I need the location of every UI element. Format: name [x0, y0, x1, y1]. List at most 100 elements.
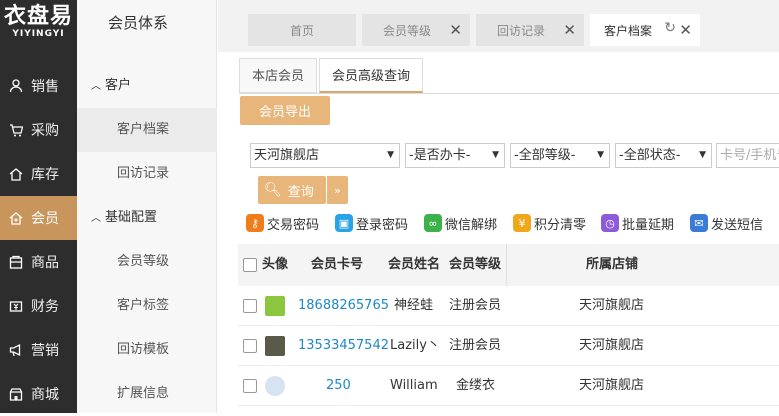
row-checkbox[interactable]	[243, 379, 257, 393]
member-level: 金缕衣	[456, 378, 496, 393]
avatar	[265, 336, 285, 356]
link-icon: ∞	[424, 214, 442, 232]
nav-item-finance[interactable]: 财务	[0, 284, 77, 328]
box-icon	[9, 255, 23, 269]
card-phone-input[interactable]: 卡号/手机号	[716, 143, 779, 168]
mail-icon: ✉	[690, 214, 708, 232]
action-batch-extend[interactable]: ◷ 批量延期	[601, 212, 674, 234]
member-level: 注册会员	[449, 298, 502, 313]
level-select[interactable]: -全部等级- ▼	[510, 143, 610, 168]
caret-down-icon: ▼	[699, 150, 706, 160]
row-checkbox[interactable]	[243, 339, 257, 353]
table-row[interactable]: 13533457542 Lazily丶 注册会员 天河旗舰店	[238, 326, 779, 366]
nav-label: 财务	[31, 299, 59, 315]
user-icon	[9, 79, 23, 93]
table-row[interactable]: 250 William 金缕衣 天河旗舰店	[238, 366, 779, 406]
sub-nav-group-basic-config[interactable]: ︿ 基础配置	[77, 196, 217, 240]
action-points-clear[interactable]: ¥ 积分清零	[513, 212, 586, 234]
table-row[interactable]: 18688265765 神经蛙 注册会员 天河旗舰店	[238, 286, 779, 326]
status-select-value: -全部状态-	[619, 148, 681, 163]
store-name: 天河旗舰店	[579, 338, 645, 353]
close-icon[interactable]: ✕	[563, 21, 576, 39]
home-icon	[9, 167, 23, 181]
header-member-name: 会员姓名	[388, 257, 441, 272]
header-store: 所属店铺	[586, 257, 639, 272]
tab-advanced-query[interactable]: 会员高级查询	[319, 58, 424, 93]
level-select-value: -全部等级-	[514, 148, 576, 163]
action-wechat-unbind[interactable]: ∞ 微信解绑	[424, 212, 497, 234]
member-name: Lazily丶	[390, 338, 440, 353]
sub-nav: 会员体系 ︿ 客户 客户档案 回访记录 ︿ 基础配置 会员等级 客户标签 回访模板 …	[77, 0, 217, 413]
sub-nav-item-member-level[interactable]: 会员等级	[77, 240, 217, 284]
header-avatar: 头像	[262, 257, 289, 272]
member-name: 神经蛙	[394, 298, 434, 313]
nav-label: 商品	[31, 255, 59, 271]
store-select-value: 天河旗舰店	[254, 148, 320, 163]
sub-nav-group-customer[interactable]: ︿ 客户	[77, 64, 217, 108]
nav-label: 采购	[31, 123, 59, 139]
main-nav: 衣盘易 YIYINGYI 销售 采购 库存 会员 商品 财务 营销 商城	[0, 0, 77, 413]
action-login-password[interactable]: ▣ 登录密码	[335, 212, 408, 234]
key-icon: ⚷	[246, 214, 264, 232]
store-name: 天河旗舰店	[579, 378, 645, 393]
tab-bar: 首页 会员等级 ✕ 回访记录 ✕ 客户档案 ↻ ✕	[218, 0, 779, 52]
sub-nav-item-visit-template[interactable]: 回访模板	[77, 328, 217, 372]
nav-item-purchase[interactable]: 采购	[0, 108, 77, 152]
nav-item-mall[interactable]: 商城	[0, 372, 77, 416]
refresh-icon[interactable]: ↻	[664, 20, 676, 36]
tab-visit-record[interactable]: 回访记录 ✕	[476, 14, 584, 46]
column-divider	[506, 244, 507, 286]
avatar	[265, 296, 285, 316]
export-members-button[interactable]: 会员导出	[240, 96, 330, 125]
tab-customer-profile[interactable]: 客户档案 ↻ ✕	[590, 14, 700, 46]
shop-icon	[9, 387, 23, 401]
nav-item-sales[interactable]: 销售	[0, 64, 77, 108]
nav-label: 商城	[31, 387, 59, 403]
card-number[interactable]: 250	[326, 366, 351, 406]
nav-label: 营销	[31, 343, 59, 359]
card-select-value: -是否办卡-	[409, 148, 471, 163]
action-label: 登录密码	[356, 217, 409, 233]
caret-down-icon: ▼	[387, 150, 394, 160]
coin-icon: ¥	[513, 214, 531, 232]
sub-nav-group-label: 客户	[105, 78, 132, 93]
card-select[interactable]: -是否办卡- ▼	[405, 143, 505, 168]
nav-item-inventory[interactable]: 库存	[0, 152, 77, 196]
lock-icon: ▣	[335, 214, 353, 232]
sub-nav-item-extended-info[interactable]: 扩展信息	[77, 372, 217, 416]
action-send-sms[interactable]: ✉ 发送短信	[690, 212, 763, 234]
logo-text: 衣盘易	[3, 4, 73, 29]
search-button[interactable]: 🔍︎ 查询 »	[258, 176, 348, 204]
nav-label: 库存	[31, 167, 59, 183]
action-trade-password[interactable]: ⚷ 交易密码	[246, 212, 319, 234]
divider	[239, 93, 779, 94]
sub-nav-item-visit-record[interactable]: 回访记录	[77, 152, 217, 196]
close-icon[interactable]: ✕	[679, 21, 692, 39]
close-icon[interactable]: ✕	[449, 21, 462, 39]
store-select[interactable]: 天河旗舰店 ▼	[250, 143, 400, 168]
action-label: 交易密码	[267, 217, 320, 233]
tab-label: 首页	[289, 23, 314, 38]
action-label: 微信解绑	[445, 217, 498, 233]
clock-icon: ◷	[601, 214, 619, 232]
main-content: 首页 会员等级 ✕ 回访记录 ✕ 客户档案 ↻ ✕ 本店会员 会员高级查询 会员导出 天…	[218, 0, 779, 413]
status-select[interactable]: -全部状态- ▼	[615, 143, 712, 168]
select-all-checkbox[interactable]	[243, 258, 257, 272]
tab-member-level[interactable]: 会员等级 ✕	[362, 14, 470, 46]
nav-item-member[interactable]: 会员	[0, 196, 77, 240]
store-name: 天河旗舰店	[579, 298, 645, 313]
action-label: 批量延期	[622, 217, 675, 233]
caret-down-icon: ▼	[492, 150, 499, 160]
tab-store-members[interactable]: 本店会员	[239, 58, 318, 93]
sub-nav-title: 会员体系	[108, 14, 169, 32]
tab-home[interactable]: 首页	[248, 14, 356, 46]
row-checkbox[interactable]	[243, 299, 257, 313]
card-number[interactable]: 18688265765	[298, 286, 389, 326]
nav-item-goods[interactable]: 商品	[0, 240, 77, 284]
card-number[interactable]: 13533457542	[298, 326, 389, 366]
action-label: 积分清零	[534, 217, 587, 233]
expand-icon[interactable]: »	[326, 176, 348, 204]
sub-nav-item-customer-profile[interactable]: 客户档案	[77, 108, 217, 152]
sub-nav-item-customer-tag[interactable]: 客户标签	[77, 284, 217, 328]
nav-item-marketing[interactable]: 营销	[0, 328, 77, 372]
